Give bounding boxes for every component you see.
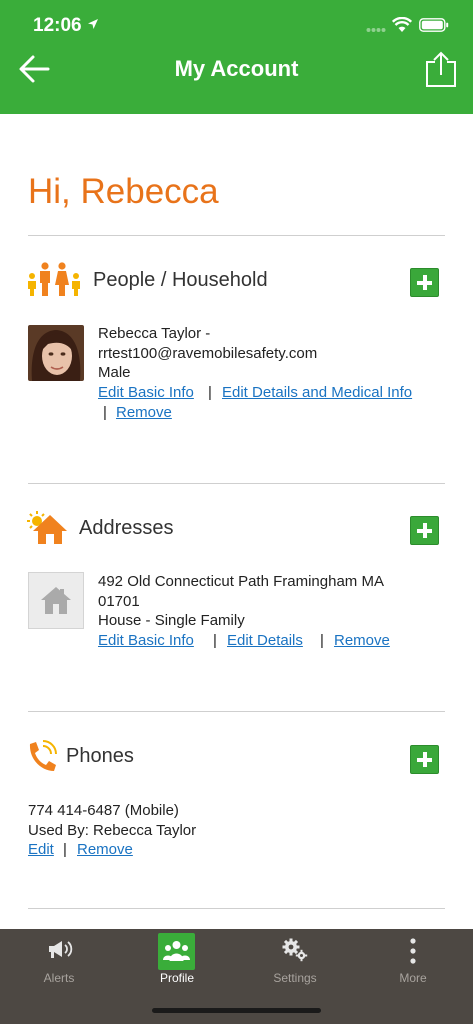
tab-alerts[interactable]: Alerts xyxy=(0,929,118,999)
tab-label: More xyxy=(399,971,427,985)
remove-person-link[interactable]: Remove xyxy=(116,404,172,421)
house-icon xyxy=(41,587,71,614)
tab-label: Alerts xyxy=(43,971,75,985)
remove-address-link[interactable]: Remove xyxy=(334,632,390,649)
phone-used-by: Used By: Rebecca Taylor xyxy=(28,822,197,839)
edit-phone-link[interactable]: Edit xyxy=(28,841,54,858)
tab-profile[interactable]: Profile xyxy=(118,929,236,999)
link-separator: | xyxy=(320,632,324,649)
avatar xyxy=(28,325,84,381)
person-email: rrtest100@ravemobilesafety.com xyxy=(98,345,318,362)
link-separator: | xyxy=(208,384,212,401)
home-indicator xyxy=(152,1008,321,1013)
edit-address-details-link[interactable]: Edit Details xyxy=(227,632,303,649)
edit-basic-info-link[interactable]: Edit Basic Info xyxy=(98,384,194,401)
profile-tab-highlight xyxy=(158,933,195,970)
divider xyxy=(28,483,445,484)
link-separator: | xyxy=(103,404,107,421)
home-sun-icon xyxy=(27,511,67,544)
person-name: Rebecca Taylor - xyxy=(98,325,211,342)
gears-icon xyxy=(282,938,308,962)
address-thumbnail xyxy=(28,572,84,629)
more-vertical-icon xyxy=(410,938,416,964)
cellular-signal-icon xyxy=(366,28,386,32)
phone-icon xyxy=(29,740,57,771)
remove-phone-link[interactable]: Remove xyxy=(77,841,133,858)
people-icon xyxy=(163,941,190,961)
greeting-text: Hi, Rebecca xyxy=(28,172,219,211)
share-icon[interactable] xyxy=(424,50,458,88)
location-arrow-icon xyxy=(88,19,98,29)
address-line1: 492 Old Connecticut Path Framingham MA xyxy=(98,573,384,590)
household-icon xyxy=(28,262,80,296)
status-time: 12:06 xyxy=(33,15,82,36)
add-person-button[interactable] xyxy=(410,268,439,297)
add-phone-button[interactable] xyxy=(410,745,439,774)
people-household-title: People / Household xyxy=(93,269,268,291)
tab-more[interactable]: More xyxy=(354,929,472,999)
page-title: My Account xyxy=(174,56,299,81)
tab-settings[interactable]: Settings xyxy=(236,929,354,999)
profile-photo xyxy=(28,325,84,381)
edit-details-medical-link[interactable]: Edit Details and Medical Info xyxy=(222,384,412,401)
divider xyxy=(28,235,445,236)
link-separator: | xyxy=(63,841,67,858)
battery-icon xyxy=(419,18,449,32)
phone-number: 774 414-6487 (Mobile) xyxy=(28,802,179,819)
phones-title: Phones xyxy=(66,745,134,767)
addresses-title: Addresses xyxy=(79,517,174,539)
tab-label: Profile xyxy=(159,971,194,985)
divider xyxy=(28,711,445,712)
divider xyxy=(28,908,445,909)
link-separator: | xyxy=(213,632,217,649)
person-gender: Male xyxy=(98,364,131,381)
address-line2: 01701 xyxy=(98,593,140,610)
tab-label: Settings xyxy=(273,971,317,985)
address-type: House - Single Family xyxy=(98,612,245,629)
add-address-button[interactable] xyxy=(410,516,439,545)
megaphone-icon xyxy=(49,941,73,958)
edit-address-basic-link[interactable]: Edit Basic Info xyxy=(98,632,194,649)
wifi-icon xyxy=(392,17,412,32)
top-bar: 12:06 My Account xyxy=(0,0,473,114)
status-bar: 12:06 xyxy=(0,0,473,50)
